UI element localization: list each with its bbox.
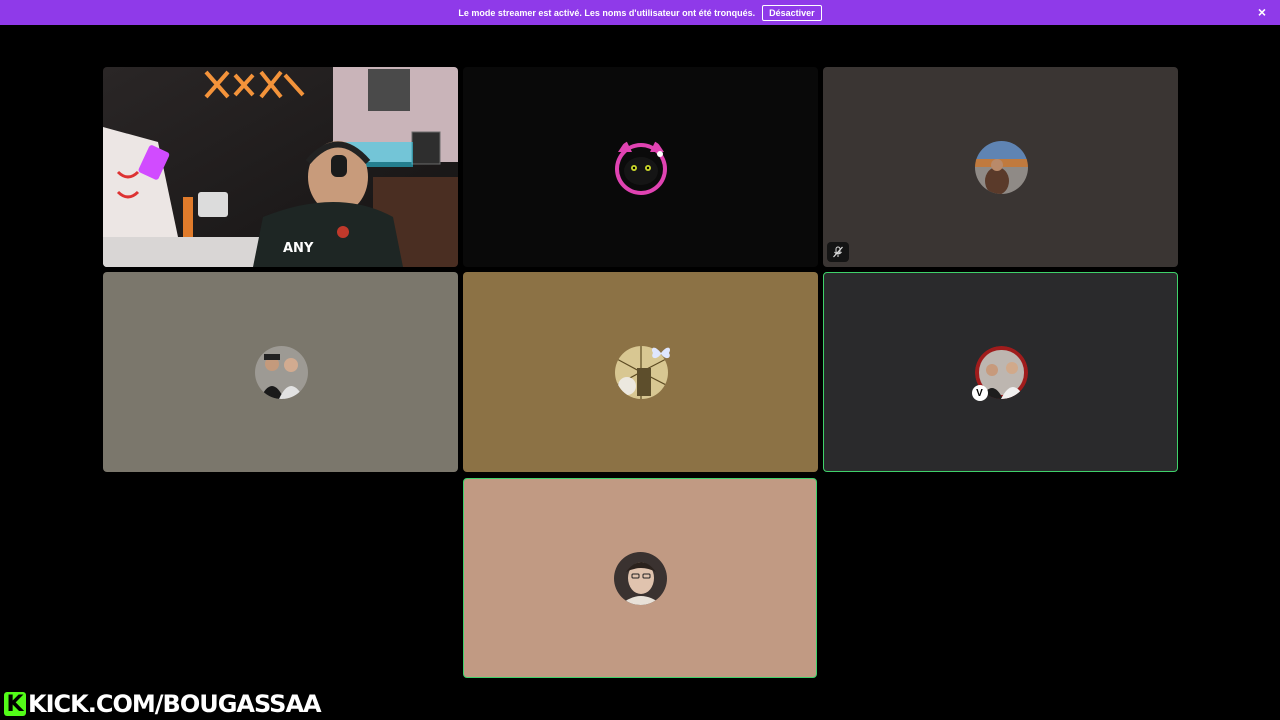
participant-tile[interactable] (823, 67, 1178, 267)
kick-logo-icon: K (4, 692, 26, 717)
streamer-mode-banner: Le mode streamer est activé. Les noms d'… (0, 0, 1280, 25)
participant-avatar (614, 552, 667, 605)
kick-channel-watermark: K KICK.COM/BOUGASSAA (4, 689, 323, 719)
participant-avatar (254, 346, 308, 399)
banner-message: Le mode streamer est activé. Les noms d'… (458, 7, 756, 18)
participant-tile[interactable] (463, 67, 818, 267)
channel-url: KICK.COM/BOUGASSAA (27, 689, 323, 719)
participant-tile-speaking[interactable]: V (823, 272, 1178, 472)
participant-avatar-cat (612, 138, 670, 196)
butterfly-icon (651, 347, 671, 359)
participant-avatar: V (971, 346, 1028, 401)
participant-tile-camera[interactable]: ANY (103, 67, 458, 267)
webcam-video: ANY (103, 67, 458, 267)
svg-text:ANY: ANY (283, 241, 314, 256)
participant-tile[interactable] (103, 272, 458, 472)
mic-off-icon (827, 242, 849, 262)
participant-tile[interactable] (463, 272, 818, 472)
close-banner-icon[interactable]: × (1258, 5, 1266, 19)
participant-avatar (974, 141, 1028, 194)
participant-tile-speaking[interactable] (463, 478, 817, 678)
status-badge: V (971, 385, 988, 401)
disable-streamer-mode-button[interactable]: Désactiver (762, 4, 822, 21)
